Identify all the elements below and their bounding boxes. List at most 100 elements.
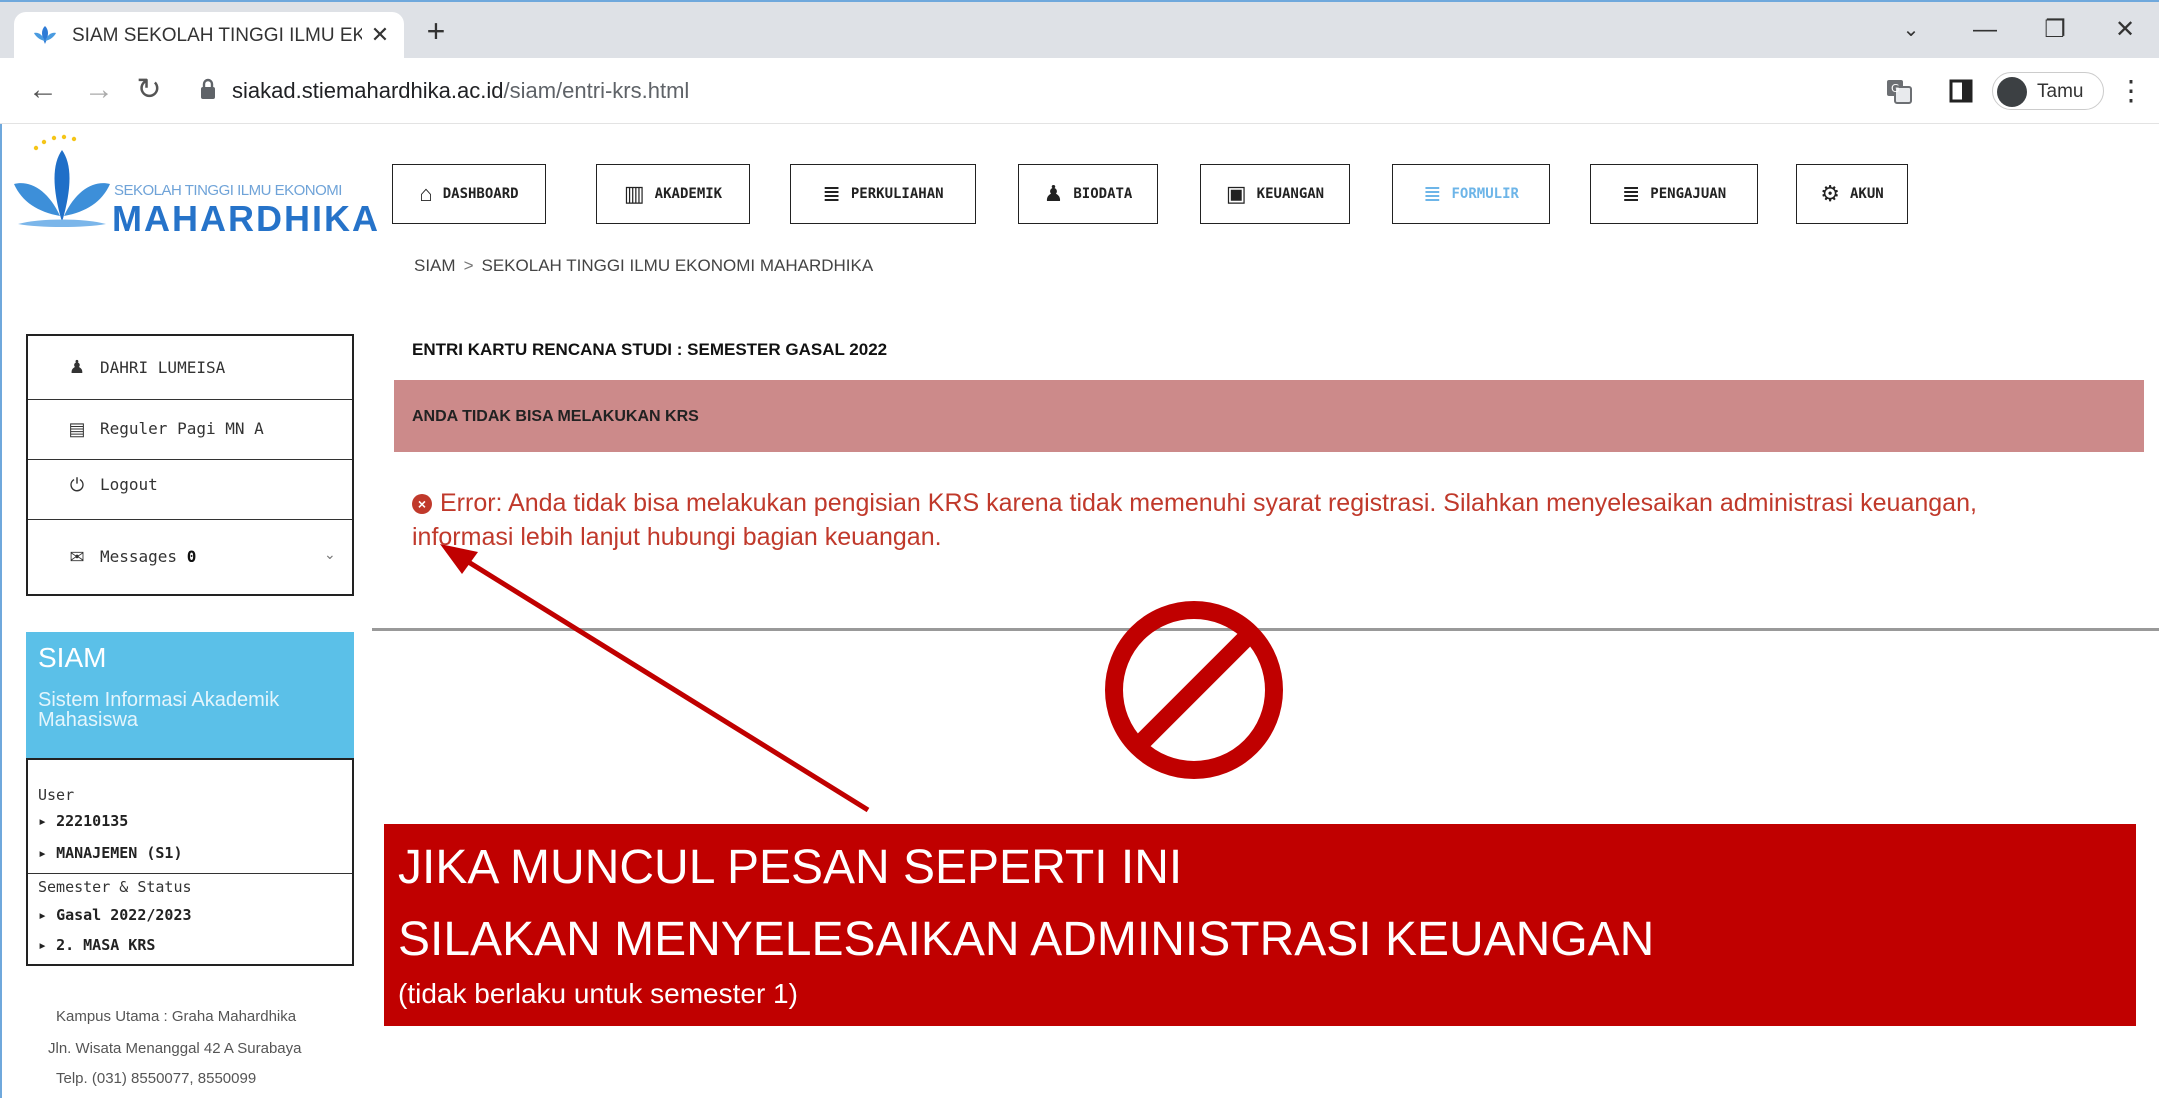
stack-icon: ≣ [1423,181,1442,206]
error-message: × Error: Anda tidak bisa melakukan pengis… [412,486,2012,554]
page-title: ENTRI KARTU RENCANA STUDI : SEMESTER GAS… [412,340,888,359]
error-text: Error: Anda tidak bisa melakukan pengisi… [412,489,1977,551]
browser-toolbar: ← → ↻ siakad.stiemahardhika.ac.id/siam/e… [0,58,2159,124]
nav-formulir[interactable]: ≣ FORMULIR [1392,164,1550,224]
messages-text: Messages [100,547,178,566]
user-name: DAHRI LUMEISA [100,358,226,377]
student-nim: ▸ 22210135 [38,812,129,830]
browser-tab[interactable]: SIAM SEKOLAH TINGGI ILMU EKONOMI MAHARDH… [14,12,404,58]
annotation-arrow [440,544,870,813]
prohibition-icon [1105,601,1283,779]
nav-label: AKUN [1850,186,1884,202]
user-panel: ♟ DAHRI LUMEISA ▤ Reguler Pagi MN A ⏻ Lo… [26,334,354,596]
alert-banner: ANDA TIDAK BISA MELAKUKAN KRS [394,380,2144,452]
nav-keuangan[interactable]: ▣ KEUANGAN [1200,164,1350,224]
briefcase-icon: ▥ [623,181,645,206]
class-item[interactable]: ▤ Reguler Pagi MN A [28,400,352,460]
nav-perkuliahan[interactable]: ≣ PERKULIAHAN [790,164,976,224]
side-panel-icon[interactable] [1946,76,1976,106]
url-path: /siam/entri-krs.html [503,78,690,103]
divider [372,628,2159,631]
avatar [1997,77,2027,107]
nav-label: KEUANGAN [1256,186,1325,202]
nim-value: 22210135 [56,812,129,830]
site-logo[interactable]: SEKOLAH TINGGI ILMU EKONOMI MAHARDHIKA [8,128,378,239]
nav-pengajuan[interactable]: ≣ PENGAJUAN [1590,164,1758,224]
logo-name: MAHARDHIKA [112,198,380,239]
lock-icon [201,78,215,99]
tab-close-icon[interactable]: ✕ [366,21,394,49]
student-prodi: ▸ MANAJEMEN (S1) [38,844,183,862]
breadcrumb-root[interactable]: SIAM [414,256,456,275]
semester-value: ▸ Gasal 2022/2023 [38,906,192,924]
logout-item[interactable]: ⏻ Logout [28,460,352,520]
nav-akun[interactable]: ⚙ AKUN [1796,164,1908,224]
address-bar[interactable]: siakad.stiemahardhika.ac.id/siam/entri-k… [186,68,1896,112]
user-name-item[interactable]: ♟ DAHRI LUMEISA [28,336,352,400]
url-text[interactable]: siakad.stiemahardhika.ac.id/siam/entri-k… [232,78,689,104]
callout-note: (tidak berlaku untuk semester 1) [398,978,798,1009]
reload-button[interactable]: ↻ [130,72,168,110]
chevron-down-icon[interactable]: ⌄ [324,546,336,563]
nav-label: PERKULIAHAN [850,186,944,202]
user-icon: ♟ [68,357,86,377]
back-button[interactable]: ← [24,72,62,110]
breadcrumb: SIAM > SEKOLAH TINGGI ILMU EKONOMI MAHARDH… [414,256,873,276]
nav-label: BIODATA [1073,186,1133,202]
address-line-2: Jln. Wisata Menanggal 42 A Surabaya [48,1040,302,1057]
divider [28,873,352,874]
stack-icon: ≣ [822,181,841,206]
alert-text: ANDA TIDAK BISA MELAKUKAN KRS [412,408,699,425]
user-icon: ♟ [1043,181,1064,206]
semester-text: Gasal 2022/2023 [56,906,192,924]
translate-icon[interactable]: G [1884,76,1914,106]
forward-button[interactable]: → [80,72,118,110]
restore-button[interactable]: ❐ [2030,12,2080,48]
browser-menu-icon[interactable]: ⋮ [2116,72,2146,110]
envelope-icon: ✉ [69,547,85,567]
home-icon: ⌂ [419,181,433,206]
logo-emblem-icon [14,134,110,227]
semester-label: Semester & Status [38,878,192,896]
callout-line-2: SILAKAN MENYELESAIKAN ADMINISTRASI KEUAN… [398,913,1655,966]
window-close-button[interactable]: ✕ [2100,12,2150,48]
building-icon: ▤ [68,419,86,439]
class-name: Reguler Pagi MN A [100,419,264,438]
nav-label: PENGAJUAN [1650,186,1727,202]
siam-panel: SIAM Sistem Informasi Akademik Mahasiswa [26,632,354,758]
site-favicon-icon [34,26,56,44]
callout-line-1: JIKA MUNCUL PESAN SEPERTI INI [398,841,1183,894]
nav-label: DASHBOARD [442,186,519,202]
error-icon: × [412,494,432,514]
messages-item[interactable]: ✉ Messages 0 ⌄ [28,520,352,594]
nav-dashboard[interactable]: ⌂ DASHBOARD [392,164,546,224]
siam-title: SIAM [38,642,107,673]
nav-label: AKADEMIK [654,186,723,202]
profile-button[interactable]: Tamu [1992,72,2104,110]
nav-label: FORMULIR [1451,186,1519,202]
address-line-1: Kampus Utama : Graha Mahardhika [56,1008,297,1025]
address-line-3: Telp. (031) 8550077, 8550099 [56,1070,257,1087]
nav-akademik[interactable]: ▥ AKADEMIK [596,164,750,224]
logout-label: Logout [100,475,158,494]
browser-tab-bar: SIAM SEKOLAH TINGGI ILMU EKONOMI MAHARDH… [0,2,2159,58]
siam-subtitle: Sistem Informasi Akademik Mahasiswa [38,689,280,731]
stack-icon: ≣ [1621,181,1641,206]
breadcrumb-current: SEKOLAH TINGGI ILMU EKONOMI MAHARDHIKA [481,256,874,275]
status-text: 2. MASA KRS [56,936,156,954]
tab-search-icon[interactable]: ⌄ [1886,12,1936,48]
power-icon: ⏻ [69,475,85,495]
messages-label: Messages 0 [100,547,196,566]
profile-name: Tamu [2037,81,2084,102]
gears-icon: ⚙ [1820,181,1840,206]
breadcrumb-separator: > [463,256,474,275]
money-icon: ▣ [1225,181,1247,206]
window-border-left [0,0,2,1098]
url-host: siakad.stiemahardhika.ac.id [232,78,504,103]
svg-text:G: G [1891,82,1900,95]
krs-status: ▸ 2. MASA KRS [38,936,156,954]
minimize-button[interactable]: — [1960,12,2010,48]
messages-count: 0 [186,547,197,566]
new-tab-button[interactable]: + [418,14,454,50]
nav-biodata[interactable]: ♟ BIODATA [1018,164,1158,224]
